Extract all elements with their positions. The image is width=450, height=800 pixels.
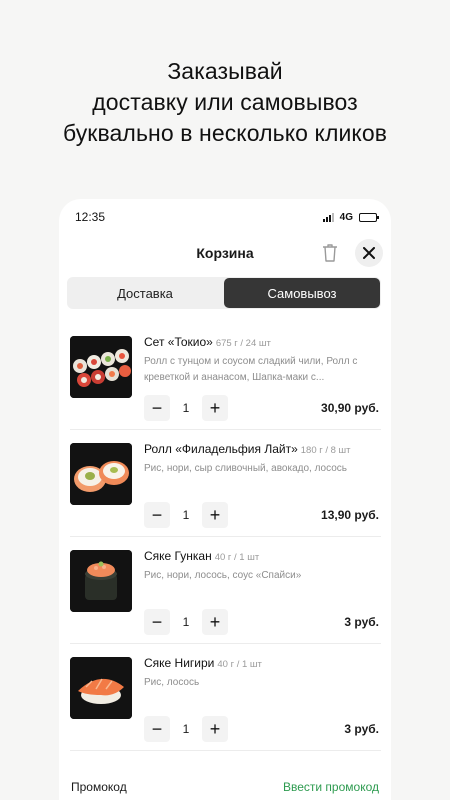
decrease-button[interactable]: − [144, 502, 170, 528]
close-icon [363, 247, 375, 259]
headline-line-2: доставку или самовывоз [92, 89, 358, 115]
minus-icon: − [151, 612, 163, 632]
product-price: 13,90 руб. [321, 508, 379, 522]
delivery-mode-tabs: Доставка Самовывоз [67, 277, 381, 309]
tab-delivery[interactable]: Доставка [67, 277, 223, 309]
trash-icon[interactable] [321, 243, 339, 263]
product-weight: 675 г / 24 шт [215, 338, 271, 349]
product-name: Ролл «Филадельфия Лайт» 180 г / 8 шт [144, 442, 351, 456]
product-price: 3 руб. [344, 722, 379, 736]
product-name: Сяке Гункан 40 г / 1 шт [144, 549, 260, 563]
plus-icon: + [209, 398, 221, 418]
signal-icon [322, 212, 334, 222]
product-description: Рис, нори, лосось, соус «Спайси» [144, 570, 302, 581]
page-title: Корзина [196, 245, 254, 261]
cart-item: Сет «Токио» 675 г / 24 шт Ролл с тунцом и… [70, 323, 381, 430]
enter-promo-code-link[interactable]: Ввести промокод [283, 780, 379, 794]
cart-item: Ролл «Филадельфия Лайт» 180 г / 8 шт Рис,… [70, 430, 381, 537]
quantity-value: 1 [182, 508, 190, 522]
minus-icon: − [151, 719, 163, 739]
product-weight: 40 г / 1 шт [214, 552, 260, 563]
headline-line-1: Заказывай [167, 58, 283, 84]
increase-button[interactable]: + [202, 395, 228, 421]
minus-icon: − [151, 505, 163, 525]
product-weight: 40 г / 1 шт [217, 659, 262, 670]
product-name: Сет «Токио» 675 г / 24 шт [144, 335, 271, 349]
quantity-stepper: − 1 + [144, 395, 228, 421]
cart-item: Сяке Гункан 40 г / 1 шт Рис, нори, лосось… [70, 537, 381, 644]
quantity-value: 1 [182, 722, 190, 736]
status-time: 12:35 [75, 210, 106, 224]
decrease-button[interactable]: − [144, 716, 170, 742]
quantity-stepper: − 1 + [144, 716, 228, 742]
cart-list: Сет «Токио» 675 г / 24 шт Ролл с тунцом и… [59, 323, 391, 751]
header: Корзина [59, 239, 391, 269]
increase-button[interactable]: + [202, 716, 228, 742]
decrease-button[interactable]: − [144, 395, 170, 421]
decrease-button[interactable]: − [144, 609, 170, 635]
promo-headline: Заказывай доставку или самовывоз букваль… [0, 56, 450, 149]
product-description: Рис, нори, сыр сливочный, авокадо, лосос… [144, 463, 347, 474]
product-image [70, 657, 132, 719]
plus-icon: + [209, 612, 221, 632]
phone-screen: 12:35 4G Корзина Доставка Самовывоз Сет … [59, 199, 391, 800]
increase-button[interactable]: + [202, 502, 228, 528]
quantity-stepper: − 1 + [144, 502, 228, 528]
tab-pickup[interactable]: Самовывоз [224, 278, 380, 308]
close-button[interactable] [355, 239, 383, 267]
product-description: Рис, лосось [144, 677, 200, 688]
battery-icon [359, 212, 379, 222]
product-weight: 180 г / 8 шт [300, 445, 351, 456]
headline-line-3: буквально в несколько кликов [62, 120, 388, 146]
status-bar: 12:35 4G [75, 209, 379, 225]
product-image [70, 550, 132, 612]
plus-icon: + [209, 505, 221, 525]
product-name: Сяке Нигири 40 г / 1 шт [144, 656, 262, 670]
product-image [70, 443, 132, 505]
quantity-value: 1 [182, 615, 190, 629]
quantity-stepper: − 1 + [144, 609, 228, 635]
product-description: Ролл с тунцом и соусом сладкий чили, Рол… [144, 356, 358, 383]
cart-item: Сяке Нигири 40 г / 1 шт Рис, лосось − 1 +… [70, 644, 381, 751]
network-type: 4G [339, 211, 353, 223]
promo-code-label: Промокод [71, 780, 127, 794]
minus-icon: − [151, 398, 163, 418]
quantity-value: 1 [182, 401, 190, 415]
product-price: 30,90 руб. [321, 401, 379, 415]
promo-code-row: Промокод Ввести промокод [71, 777, 379, 797]
plus-icon: + [209, 719, 221, 739]
product-price: 3 руб. [344, 615, 379, 629]
increase-button[interactable]: + [202, 609, 228, 635]
product-image [70, 336, 132, 398]
